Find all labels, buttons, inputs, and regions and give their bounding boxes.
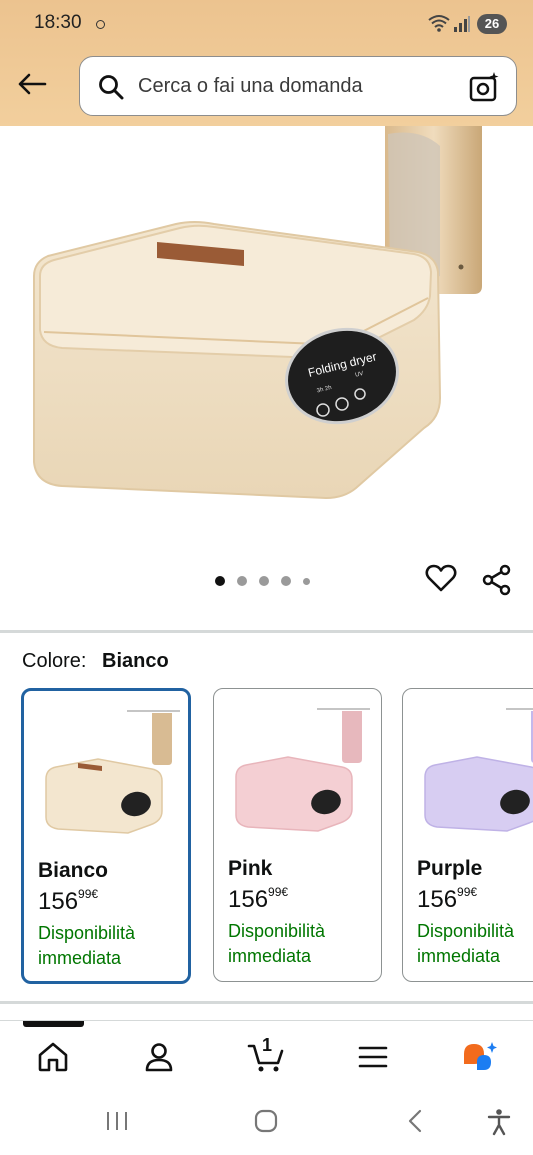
bottom-nav: 1 <box>0 1021 533 1089</box>
carousel-dot[interactable] <box>303 577 310 585</box>
carousel-dot[interactable] <box>237 576 247 586</box>
swatch-availability: Disponibilità immediata <box>228 921 326 966</box>
accessibility-icon[interactable] <box>486 1108 512 1136</box>
carousel-dot[interactable] <box>259 576 269 586</box>
price-currency: € <box>91 887 99 901</box>
home-button-icon[interactable] <box>253 1108 279 1134</box>
swatch-name: Purple <box>417 857 483 880</box>
price-currency: € <box>470 885 478 899</box>
account-icon <box>145 1043 173 1072</box>
carousel-indicator <box>215 574 322 588</box>
back-button[interactable] <box>12 66 52 102</box>
color-label: Colore: <box>22 650 87 672</box>
cart-count-badge: 1 <box>262 1035 273 1055</box>
home-icon <box>38 1042 68 1072</box>
price-whole: 156 <box>228 886 269 913</box>
status-time: 18:30 <box>34 12 82 33</box>
menu-icon <box>358 1046 388 1068</box>
swatch-availability: Disponibilità immediata <box>38 923 136 968</box>
battery-icon: 26 <box>477 14 507 34</box>
system-nav-bar <box>0 1090 533 1155</box>
swatch-name: Bianco <box>38 859 109 882</box>
signal-icon <box>454 16 470 32</box>
nav-account[interactable] <box>139 1037 179 1077</box>
price-whole: 156 <box>38 888 79 915</box>
wifi-icon <box>428 15 450 32</box>
color-swatch-list: Bianco 15699€ Disponibilità immediata Pi… <box>0 688 533 984</box>
swatch-price: 15699€ <box>228 885 288 914</box>
carousel-dot-active[interactable] <box>215 576 225 586</box>
price-whole: 156 <box>417 886 458 913</box>
product-image: Folding dryer 3h 2h UV <box>33 126 482 500</box>
swatch-availability: Disponibilità immediata <box>417 921 515 966</box>
price-currency: € <box>281 885 289 899</box>
color-swatch-purple[interactable]: Purple 15699€ Disponibilità immediata <box>402 688 533 982</box>
search-input[interactable]: Cerca o fai una domanda <box>79 56 517 116</box>
price-fraction: 99 <box>78 887 92 901</box>
screen: 18:30 26 Cerca o fai una domanda Folding… <box>0 0 533 1155</box>
rufus-ai-icon <box>464 1042 497 1070</box>
section-divider <box>0 1001 533 1004</box>
search-icon <box>99 75 124 100</box>
system-back-icon[interactable] <box>405 1108 425 1134</box>
nav-home[interactable] <box>33 1037 73 1077</box>
search-placeholder: Cerca o fai una domanda <box>138 75 363 97</box>
wishlist-heart-icon[interactable] <box>425 563 457 593</box>
product-image-carousel[interactable]: Folding dryer 3h 2h UV <box>0 126 533 556</box>
color-swatch-pink[interactable]: Pink 15699€ Disponibilità immediata <box>213 688 382 982</box>
selected-color-value: Bianco <box>102 650 169 672</box>
nav-menu[interactable] <box>353 1037 393 1077</box>
active-tab-indicator <box>23 1021 84 1027</box>
swatch-product-image <box>235 708 370 832</box>
price-fraction: 99 <box>268 885 282 899</box>
camera-search-icon[interactable] <box>468 71 500 103</box>
color-swatch-bianco[interactable]: Bianco 15699€ Disponibilità immediata <box>21 688 191 984</box>
nav-rufus[interactable] <box>460 1037 500 1077</box>
section-divider <box>0 630 533 633</box>
recent-apps-icon[interactable] <box>104 1108 130 1134</box>
status-bar: 18:30 26 <box>0 0 533 48</box>
swatch-product-image <box>45 710 180 834</box>
arrow-left-icon <box>18 73 47 95</box>
swatch-price: 15699€ <box>417 885 477 914</box>
color-selector-header: Colore: Bianco <box>22 650 169 673</box>
share-icon[interactable] <box>481 564 513 596</box>
carousel-dot[interactable] <box>281 576 291 586</box>
price-fraction: 99 <box>457 885 471 899</box>
swatch-price: 15699€ <box>38 887 98 916</box>
notification-icon <box>96 20 105 29</box>
swatch-product-image <box>424 708 533 832</box>
app-header: 18:30 26 Cerca o fai una domanda <box>0 0 533 126</box>
swatch-name: Pink <box>228 857 273 880</box>
